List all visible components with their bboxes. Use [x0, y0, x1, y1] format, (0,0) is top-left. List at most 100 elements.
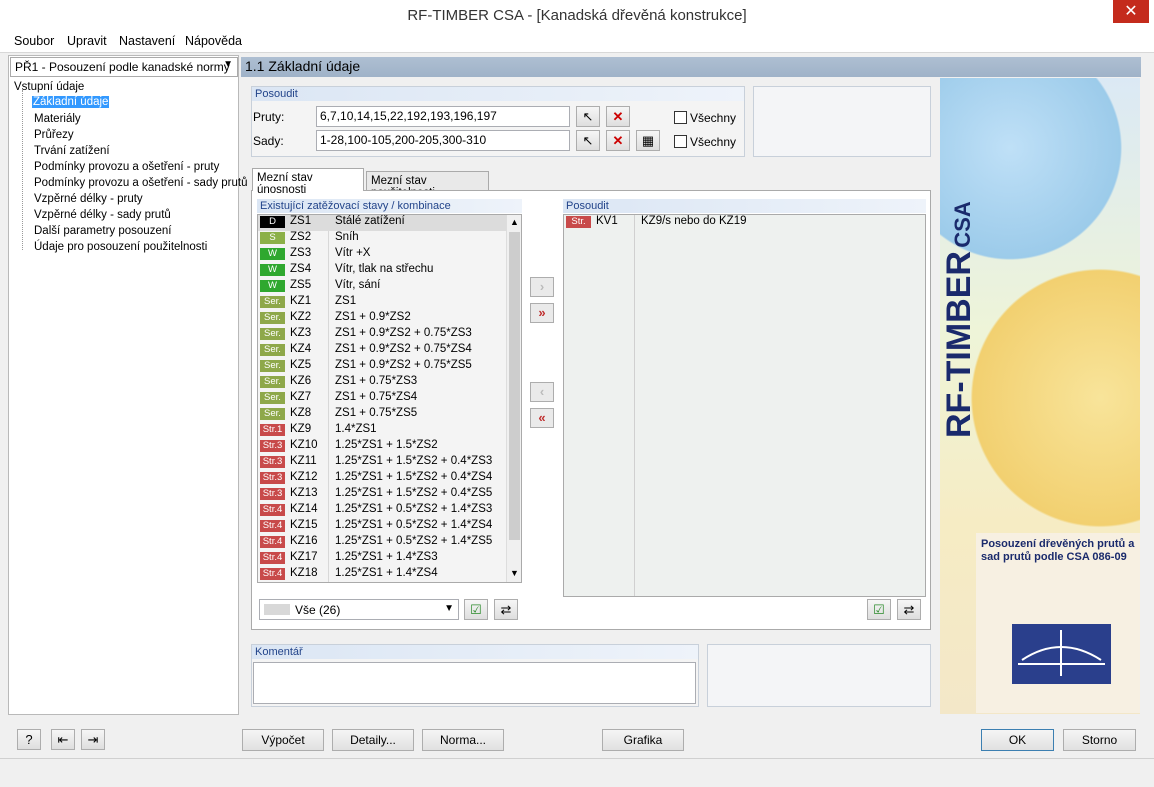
filter-select[interactable]: Vše (26) ▼: [259, 599, 459, 620]
brand-name: RF-TIMBER: [940, 251, 978, 438]
nav-item-trvani-zatizeni[interactable]: Trvání zatížení: [34, 145, 110, 157]
invert-selected-button[interactable]: ⇄: [897, 599, 921, 620]
list-row[interactable]: W ZS5 Vítr, sání: [258, 279, 521, 295]
remove-one-button[interactable]: ‹: [530, 382, 554, 402]
load-case-description: ZS1 + 0.75*ZS3: [335, 375, 418, 387]
list-row[interactable]: Ser. KZ4 ZS1 + 0.9*ZS2 + 0.75*ZS4: [258, 343, 521, 359]
new-set-button[interactable]: ▦: [636, 130, 660, 151]
list-row[interactable]: Ser. KZ6 ZS1 + 0.75*ZS3: [258, 375, 521, 391]
load-type-badge: Str.4: [260, 520, 285, 532]
select-all-selected-button[interactable]: ☑: [867, 599, 891, 620]
load-case-description: 1.4*ZS1: [335, 423, 377, 435]
tab-pouzitelnost[interactable]: Mezní stav použitelnosti: [366, 171, 489, 199]
case-select[interactable]: PŘ1 - Posouzení podle kanadské normy ▼: [10, 57, 238, 77]
list-row[interactable]: Ser. KZ2 ZS1 + 0.9*ZS2: [258, 311, 521, 327]
list-row[interactable]: Str.4 KZ17 1.25*ZS1 + 1.4*ZS3: [258, 551, 521, 567]
list-row[interactable]: W ZS4 Vítr, tlak na střechu: [258, 263, 521, 279]
load-case-id: ZS5: [290, 279, 312, 291]
scrollbar-thumb[interactable]: [509, 232, 520, 540]
load-case-description: 1.25*ZS1 + 0.5*ZS2 + 1.4*ZS5: [335, 535, 493, 547]
list-row[interactable]: Ser. KZ1 ZS1: [258, 295, 521, 311]
sady-all-checkbox[interactable]: [674, 135, 687, 148]
norm-button[interactable]: Norma...: [422, 729, 504, 751]
list-row[interactable]: Str.4 KZ15 1.25*ZS1 + 0.5*ZS2 + 1.4*ZS4: [258, 519, 521, 535]
existing-list[interactable]: D ZS1 Stálé zatížení S ZS2 Sníh W ZS3 Vítr +X W ZS…: [257, 214, 522, 583]
scroll-down-icon[interactable]: ▼: [507, 566, 521, 581]
load-type-badge: W: [260, 264, 285, 276]
add-all-button[interactable]: »: [530, 303, 554, 323]
menu-napoveda[interactable]: Nápověda: [185, 34, 242, 48]
menu-soubor[interactable]: Soubor: [14, 34, 54, 48]
list-row[interactable]: D ZS1 Stálé zatížení: [258, 215, 521, 231]
load-case-description: Stálé zatížení: [335, 215, 405, 227]
calc-button[interactable]: Výpočet: [242, 729, 324, 751]
column-divider: [634, 215, 635, 596]
help-button[interactable]: ?: [17, 729, 41, 750]
list-row[interactable]: Str.3 KZ10 1.25*ZS1 + 1.5*ZS2: [258, 439, 521, 455]
list-row[interactable]: Ser. KZ8 ZS1 + 0.75*ZS5: [258, 407, 521, 423]
details-button[interactable]: Detaily...: [332, 729, 414, 751]
delete-x-icon: ✕: [612, 133, 624, 148]
close-button[interactable]: ✕: [1113, 0, 1149, 23]
list-row[interactable]: Str.4 KZ14 1.25*ZS1 + 0.5*ZS2 + 1.4*ZS3: [258, 503, 521, 519]
load-case-description: Vítr, tlak na střechu: [335, 263, 434, 275]
load-case-description: ZS1 + 0.9*ZS2: [335, 311, 411, 323]
selected-list[interactable]: Str. KV1 KZ9/s nebo do KZ19: [563, 214, 926, 597]
menu-nastaveni[interactable]: Nastavení: [119, 34, 175, 48]
nav-root[interactable]: Vstupní údaje: [14, 81, 84, 93]
list-row[interactable]: Str. KV1 KZ9/s nebo do KZ19: [564, 215, 925, 231]
list-row[interactable]: Str.3 KZ11 1.25*ZS1 + 1.5*ZS2 + 0.4*ZS3: [258, 455, 521, 471]
nav-item-prurezy[interactable]: Průřezy: [34, 129, 74, 141]
pruty-all-checkbox[interactable]: [674, 111, 687, 124]
export-button[interactable]: ⇤: [51, 729, 75, 750]
posoudit-group-header: Posoudit: [252, 87, 744, 101]
load-case-description: ZS1 + 0.75*ZS5: [335, 407, 418, 419]
comment-textarea[interactable]: [253, 662, 696, 704]
scroll-up-icon[interactable]: ▲: [507, 215, 521, 230]
menu-bar: Soubor Upravit Nastavení Nápověda: [0, 31, 1154, 53]
list-row[interactable]: Ser. KZ7 ZS1 + 0.75*ZS4: [258, 391, 521, 407]
graphics-button[interactable]: Grafika: [602, 729, 684, 751]
select-all-button[interactable]: ☑: [464, 599, 488, 620]
scrollbar[interactable]: ▲ ▼: [506, 215, 521, 582]
pick-sets-button[interactable]: ↖: [576, 130, 600, 151]
load-case-description: ZS1 + 0.9*ZS2 + 0.75*ZS4: [335, 343, 472, 355]
load-type-badge: Ser.: [260, 328, 285, 340]
sady-input[interactable]: 1-28,100-105,200-205,300-310: [316, 130, 570, 151]
invert-selection-button[interactable]: ⇄: [494, 599, 518, 620]
list-row[interactable]: Ser. KZ3 ZS1 + 0.9*ZS2 + 0.75*ZS3: [258, 327, 521, 343]
cancel-button[interactable]: Storno: [1063, 729, 1136, 751]
pick-members-button[interactable]: ↖: [576, 106, 600, 127]
list-row[interactable]: Str.3 KZ12 1.25*ZS1 + 1.5*ZS2 + 0.4*ZS4: [258, 471, 521, 487]
nav-item-dalsi-parametry[interactable]: Další parametry posouzení: [34, 225, 171, 237]
clear-sets-button[interactable]: ✕: [606, 130, 630, 151]
list-row[interactable]: Str.3 KZ13 1.25*ZS1 + 1.5*ZS2 + 0.4*ZS5: [258, 487, 521, 503]
comment-header: Komentář: [252, 645, 698, 659]
list-row[interactable]: W ZS3 Vítr +X: [258, 247, 521, 263]
nav-item-zakladni-udaje[interactable]: Základní údaje: [32, 96, 110, 108]
list-row[interactable]: Ser. KZ5 ZS1 + 0.9*ZS2 + 0.75*ZS5: [258, 359, 521, 375]
tab-unosnost[interactable]: Mezní stav únosnosti: [252, 168, 364, 196]
add-one-button[interactable]: ›: [530, 277, 554, 297]
load-type-badge: Ser.: [260, 376, 285, 388]
list-row[interactable]: Str.1 KZ9 1.4*ZS1: [258, 423, 521, 439]
remove-all-button[interactable]: «: [530, 408, 554, 428]
nav-item-materialy[interactable]: Materiály: [34, 113, 81, 125]
pruty-input[interactable]: 6,7,10,14,15,22,192,193,196,197: [316, 106, 570, 127]
list-row[interactable]: Str.4 KZ18 1.25*ZS1 + 1.4*ZS4: [258, 567, 521, 582]
nav-item-podminky-sady[interactable]: Podmínky provozu a ošetření - sady prutů: [34, 177, 248, 189]
clear-members-button[interactable]: ✕: [606, 106, 630, 127]
nav-item-vzperne-sady[interactable]: Vzpěrné délky - sady prutů: [34, 209, 171, 221]
menu-upravit[interactable]: Upravit: [67, 34, 107, 48]
ok-button[interactable]: OK: [981, 729, 1054, 751]
load-type-badge: Ser.: [260, 392, 285, 404]
nav-item-vzperne-pruty[interactable]: Vzpěrné délky - pruty: [34, 193, 143, 205]
load-case-id: KZ10: [290, 439, 318, 451]
list-row[interactable]: Str.4 KZ16 1.25*ZS1 + 0.5*ZS2 + 1.4*ZS5: [258, 535, 521, 551]
nav-item-podminky-pruty[interactable]: Podmínky provozu a ošetření - pruty: [34, 161, 219, 173]
import-button[interactable]: ⇥: [81, 729, 105, 750]
list-row[interactable]: S ZS2 Sníh: [258, 231, 521, 247]
nav-item-pouzitelnost[interactable]: Údaje pro posouzení použitelnosti: [34, 241, 207, 253]
comment-side-panel: [707, 644, 931, 707]
load-type-badge: Str.3: [260, 440, 285, 452]
